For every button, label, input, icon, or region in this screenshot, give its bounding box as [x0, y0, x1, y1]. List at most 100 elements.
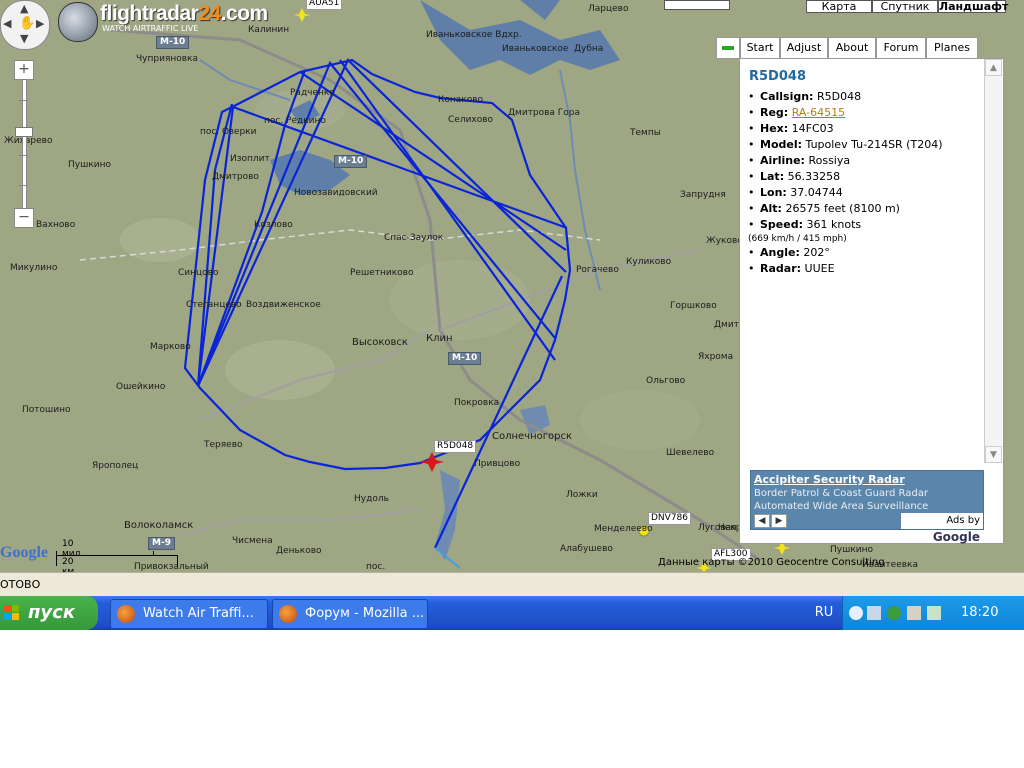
place-label: Куликово	[626, 257, 672, 267]
zoom-tick	[18, 185, 28, 186]
place-label: Потошино	[22, 405, 71, 415]
list-item: Model: Tupolev Tu-214SR (T204)	[748, 137, 984, 153]
place-label: Высоковск	[352, 337, 408, 348]
zoom-out-button[interactable]: −	[14, 208, 34, 228]
tab-forum[interactable]: Forum	[876, 37, 926, 59]
taskbar-window-button[interactable]: Форум - Mozilla ...	[272, 599, 428, 629]
highway-shield: M-10	[156, 36, 190, 49]
maptype-terrain-button[interactable]: Ландшафт	[938, 0, 1008, 13]
flight-attributes: Callsign: R5D048 Reg: RA-64515 Hex: 14FC…	[748, 89, 984, 277]
tab-minimize[interactable]	[716, 37, 740, 59]
language-indicator[interactable]: RU	[806, 596, 842, 630]
place-label: Темпы	[630, 128, 661, 138]
place-label: Микулино	[10, 263, 58, 273]
flight-label[interactable]: R5D048	[434, 440, 477, 453]
windows-logo-icon	[4, 605, 20, 621]
list-item: Reg: RA-64515	[748, 105, 984, 121]
place-label: Дмитрова Гора	[508, 108, 581, 118]
place-label: Рогачево	[576, 265, 619, 275]
tab-about[interactable]: About	[828, 37, 876, 59]
taskbar: пуск Watch Air Traffi... Форум - Mozilla…	[0, 596, 1024, 630]
ad-next-icon[interactable]: ▶	[771, 514, 787, 528]
tab-adjust[interactable]: Adjust	[780, 37, 828, 59]
clock[interactable]: 18:20	[961, 596, 998, 630]
taskbar-window-button[interactable]: Watch Air Traffi...	[110, 599, 268, 629]
place-label: Калинин	[248, 25, 290, 35]
scroll-down-icon[interactable]: ▼	[985, 446, 1002, 463]
safely-remove-icon[interactable]	[907, 606, 921, 620]
browser-status-bar: ОТОВО	[0, 572, 1024, 597]
place-label: Синцово	[178, 268, 219, 278]
maptype-satellite-button[interactable]: Спутник	[872, 0, 938, 13]
place-label: Иваньковское	[502, 44, 569, 54]
ad-title[interactable]: Accipiter Security Radar	[754, 473, 905, 486]
ad-line: Automated Wide Area Surveillance	[754, 501, 929, 512]
place-label: Жихарево	[4, 136, 53, 146]
tab-start[interactable]: Start	[740, 37, 780, 59]
place-label: Менделеево	[594, 524, 653, 534]
place-label: Запрудня	[680, 190, 726, 200]
pan-left-icon[interactable]: ◀	[3, 17, 11, 30]
place-label: Алабушево	[560, 544, 613, 554]
list-item: Alt: 26575 feet (8100 m)	[748, 201, 984, 217]
scale-km: 20 км	[62, 557, 75, 572]
tab-planes[interactable]: Planes	[926, 37, 978, 59]
place-label: Марково	[150, 342, 191, 352]
ads-by-google[interactable]: Ads by Google	[901, 513, 983, 544]
pan-control[interactable]: ▲ ◀ ▶ ▼ ✋	[0, 0, 50, 50]
list-item: Speed: 361 knots	[748, 217, 984, 233]
tray-app-icon[interactable]	[927, 606, 941, 620]
speed-conversion: (669 km/h / 415 mph)	[748, 234, 847, 244]
pan-up-icon[interactable]: ▲	[20, 2, 28, 15]
google-logo[interactable]: Google	[0, 544, 48, 562]
maptype-map-button[interactable]: Карта	[806, 0, 872, 13]
place-label: Вахново	[36, 220, 76, 230]
registration-link[interactable]: RA-64515	[792, 106, 845, 119]
place-label: Радченко	[290, 88, 335, 98]
place-label: Стеганцево	[186, 300, 242, 310]
network-icon[interactable]	[867, 606, 881, 620]
panel-scrollbar[interactable]: ▲ ▼	[984, 59, 1002, 463]
list-item: Angle: 202°	[748, 245, 984, 261]
zoom-slider-handle[interactable]	[15, 127, 33, 137]
zoom-slider[interactable]	[22, 80, 27, 220]
tray-expand-icon[interactable]	[849, 606, 863, 620]
place-label: Нудоль	[354, 494, 389, 504]
place-label: Конаково	[438, 95, 484, 105]
pan-right-icon[interactable]: ▶	[36, 17, 44, 30]
list-item: Lat: 56.33258	[748, 169, 984, 185]
zoom-in-button[interactable]: +	[14, 60, 34, 80]
hand-icon[interactable]: ✋	[19, 16, 35, 31]
status-text: ОТОВО	[0, 578, 41, 591]
place-label: Дмит	[714, 320, 739, 330]
place-label: Чисмена	[232, 536, 273, 546]
list-item: Callsign: R5D048	[748, 89, 984, 105]
ad-banner[interactable]: Accipiter Security Radar Border Patrol &…	[750, 470, 984, 544]
zoom-tick	[18, 100, 28, 101]
place-label: Шевелево	[666, 448, 715, 458]
flight-details: R5D048 Callsign: R5D048 Reg: RA-64515 He…	[740, 59, 984, 463]
place-label: Воздвиженское	[246, 300, 321, 310]
taskbar-window-title: Форум - Mozilla ...	[305, 606, 425, 621]
place-label: Ольгово	[646, 376, 686, 386]
flight-label[interactable]: AUA51	[306, 0, 343, 10]
place-label: пос. Редкино	[264, 116, 326, 126]
ad-prev-icon[interactable]: ◀	[754, 514, 770, 528]
logo-tagline: WATCH AIRTRAFFIC LIVE	[102, 24, 199, 33]
place-label: Привцово	[474, 459, 521, 469]
place-label: Ошейкино	[116, 382, 166, 392]
taskbar-window-title: Watch Air Traffi...	[143, 606, 254, 621]
start-button[interactable]: пуск	[0, 596, 98, 630]
opacity-slider[interactable]	[664, 0, 730, 10]
place-label: Пушкино	[830, 545, 874, 555]
place-label: Спас-Заулок	[384, 233, 444, 243]
antivirus-icon[interactable]	[887, 606, 901, 620]
highway-shield: M-9	[148, 537, 175, 550]
scroll-up-icon[interactable]: ▲	[985, 59, 1002, 76]
minimize-icon	[722, 46, 734, 50]
start-label: пуск	[28, 602, 76, 623]
place-label: Решетниково	[350, 268, 414, 278]
flight-label[interactable]: DNV786	[648, 512, 691, 525]
logo-text: flightradar24.com	[100, 2, 268, 25]
pan-down-icon[interactable]: ▼	[20, 32, 28, 45]
